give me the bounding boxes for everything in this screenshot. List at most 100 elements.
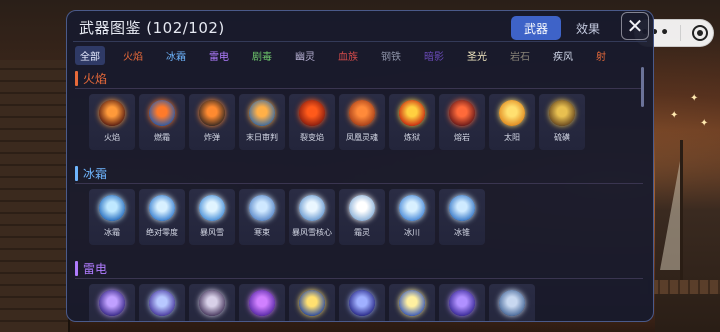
weapon-card[interactable] bbox=[439, 284, 485, 321]
weapon-list[interactable]: 火焰 火焰 燃霜 炸弹 末日审判 裂变焰 凤凰灵魂 炼狱 熔岩 太阳 硫磺 冰霜 冰霜 绝对零度 暴风雪 寒束… bbox=[67, 67, 653, 321]
weapon-card[interactable]: 火焰 bbox=[89, 94, 135, 150]
weapon-grid bbox=[89, 284, 535, 321]
weapon-name: 寒束 bbox=[254, 228, 270, 237]
weapon-card[interactable]: 冰霜 bbox=[89, 189, 135, 245]
weapon-card[interactable] bbox=[289, 284, 335, 321]
weapon-name: 暴风雪 bbox=[200, 228, 224, 237]
sulfur-icon bbox=[549, 100, 575, 126]
inferno-icon bbox=[399, 100, 425, 126]
section-title: 冰霜 bbox=[83, 166, 108, 181]
weapon-card[interactable] bbox=[139, 284, 185, 321]
filter-tab[interactable]: 岩石 bbox=[505, 46, 535, 65]
sparkle-icon: ✦ bbox=[690, 93, 699, 104]
weapon-name: 太阳 bbox=[504, 133, 520, 142]
weapon-card[interactable]: 太阳 bbox=[489, 94, 535, 150]
weapon-card[interactable] bbox=[339, 284, 385, 321]
filter-tab[interactable]: 疾风 bbox=[548, 46, 578, 65]
section-accent bbox=[75, 70, 78, 86]
weapon-card[interactable]: 冰锥 bbox=[439, 189, 485, 245]
bomb-icon bbox=[199, 100, 225, 126]
weapon-card[interactable] bbox=[489, 284, 535, 321]
background-mast bbox=[680, 140, 683, 290]
sun-icon bbox=[499, 100, 525, 126]
filter-tab[interactable]: 冰霜 bbox=[161, 46, 191, 65]
section-title: 火焰 bbox=[83, 71, 108, 86]
sparkle-icon: ✦ bbox=[670, 110, 679, 121]
weapon-name: 绝对零度 bbox=[146, 228, 178, 237]
scrollbar[interactable] bbox=[641, 67, 644, 107]
filter-tab[interactable]: 血族 bbox=[333, 46, 363, 65]
filter-tab[interactable]: 钢铁 bbox=[376, 46, 406, 65]
weapon-card[interactable]: 绝对零度 bbox=[139, 189, 185, 245]
weapon-card[interactable]: 裂变焰 bbox=[289, 94, 335, 150]
thunder-star-icon bbox=[399, 290, 425, 316]
section-divider bbox=[75, 88, 643, 89]
section-accent bbox=[75, 260, 78, 276]
blizzard-icon bbox=[199, 195, 225, 221]
tab-effects[interactable]: 效果 bbox=[563, 16, 613, 40]
weapon-card[interactable] bbox=[89, 284, 135, 321]
weapon-name: 暴风雪核心 bbox=[292, 228, 332, 237]
filter-tab[interactable]: 射 bbox=[591, 46, 611, 65]
lava-icon bbox=[449, 100, 475, 126]
thunder-icon bbox=[99, 290, 125, 316]
thunder-rune-icon bbox=[249, 290, 275, 316]
weapon-name: 凤凰灵魂 bbox=[346, 133, 378, 142]
weapon-card[interactable] bbox=[389, 284, 435, 321]
weapon-name: 冰锥 bbox=[454, 228, 470, 237]
weapon-card[interactable] bbox=[189, 284, 235, 321]
background-building bbox=[0, 60, 70, 332]
close-button[interactable]: ✕ bbox=[621, 12, 649, 40]
weapon-name: 冰霜 bbox=[104, 228, 120, 237]
weapon-card[interactable]: 熔岩 bbox=[439, 94, 485, 150]
fire-icon bbox=[99, 100, 125, 126]
weapon-codex-panel: 武器图鉴 (102/102) 武器 效果 ✕ 全部 火焰 冰霜 雷电 剧毒 幽灵 血族 钢铁暗… bbox=[66, 10, 654, 322]
tab-weapons[interactable]: 武器 bbox=[511, 16, 561, 40]
weapon-card[interactable]: 炼狱 bbox=[389, 94, 435, 150]
weapon-card[interactable]: 凤凰灵魂 bbox=[339, 94, 385, 150]
section-header: 雷电 bbox=[75, 259, 107, 277]
weapon-name: 火焰 bbox=[104, 133, 120, 142]
filter-tab[interactable]: 剧毒 bbox=[247, 46, 277, 65]
weapon-card[interactable]: 燃霜 bbox=[139, 94, 185, 150]
weapon-card[interactable]: 寒束 bbox=[239, 189, 285, 245]
header-divider bbox=[73, 41, 647, 42]
filter-tab[interactable]: 暗影 bbox=[419, 46, 449, 65]
panel-title: 武器图鉴 (102/102) bbox=[79, 19, 225, 37]
weapon-name: 霜灵 bbox=[354, 228, 370, 237]
filter-tab[interactable]: 全部 bbox=[75, 45, 105, 65]
weapon-name: 硫磺 bbox=[554, 133, 570, 142]
weapon-name: 冰川 bbox=[404, 228, 420, 237]
fission-flame-icon bbox=[299, 100, 325, 126]
weapon-card[interactable]: 暴风雪 bbox=[189, 189, 235, 245]
weapon-card[interactable] bbox=[239, 284, 285, 321]
thunder-orb-icon bbox=[199, 290, 225, 316]
weapon-card[interactable]: 末日审判 bbox=[239, 94, 285, 150]
weapon-card[interactable]: 霜灵 bbox=[339, 189, 385, 245]
glacier-icon bbox=[399, 195, 425, 221]
filter-tab[interactable]: 幽灵 bbox=[290, 46, 320, 65]
doom-icon bbox=[249, 100, 275, 126]
frost-icon bbox=[99, 195, 125, 221]
element-filter-bar: 全部 火焰 冰霜 雷电 剧毒 幽灵 血族 钢铁 暗影 圣光 岩石 疾风射 bbox=[75, 45, 653, 65]
weapon-name: 燃霜 bbox=[154, 133, 170, 142]
weapon-card[interactable]: 硫磺 bbox=[539, 94, 585, 150]
blizzard-core-icon bbox=[299, 195, 325, 221]
capsule-divider bbox=[680, 25, 682, 41]
absolute-zero-icon bbox=[149, 195, 175, 221]
filter-tab[interactable]: 圣光 bbox=[462, 46, 492, 65]
weapon-card[interactable]: 暴风雪核心 bbox=[289, 189, 335, 245]
weapon-card[interactable]: 炸弹 bbox=[189, 94, 235, 150]
weapon-card[interactable]: 冰川 bbox=[389, 189, 435, 245]
phoenix-icon bbox=[349, 100, 375, 126]
weapon-name: 末日审判 bbox=[246, 133, 278, 142]
section-header: 冰霜 bbox=[75, 164, 107, 182]
filter-tab[interactable]: 雷电 bbox=[204, 46, 234, 65]
icicle-icon bbox=[449, 195, 475, 221]
close-miniprogram-icon[interactable] bbox=[691, 25, 708, 41]
section-divider bbox=[75, 278, 643, 279]
frostfire-icon bbox=[149, 100, 175, 126]
weapon-name: 熔岩 bbox=[454, 133, 470, 142]
filter-tab[interactable]: 火焰 bbox=[118, 46, 148, 65]
section-divider bbox=[75, 183, 643, 184]
